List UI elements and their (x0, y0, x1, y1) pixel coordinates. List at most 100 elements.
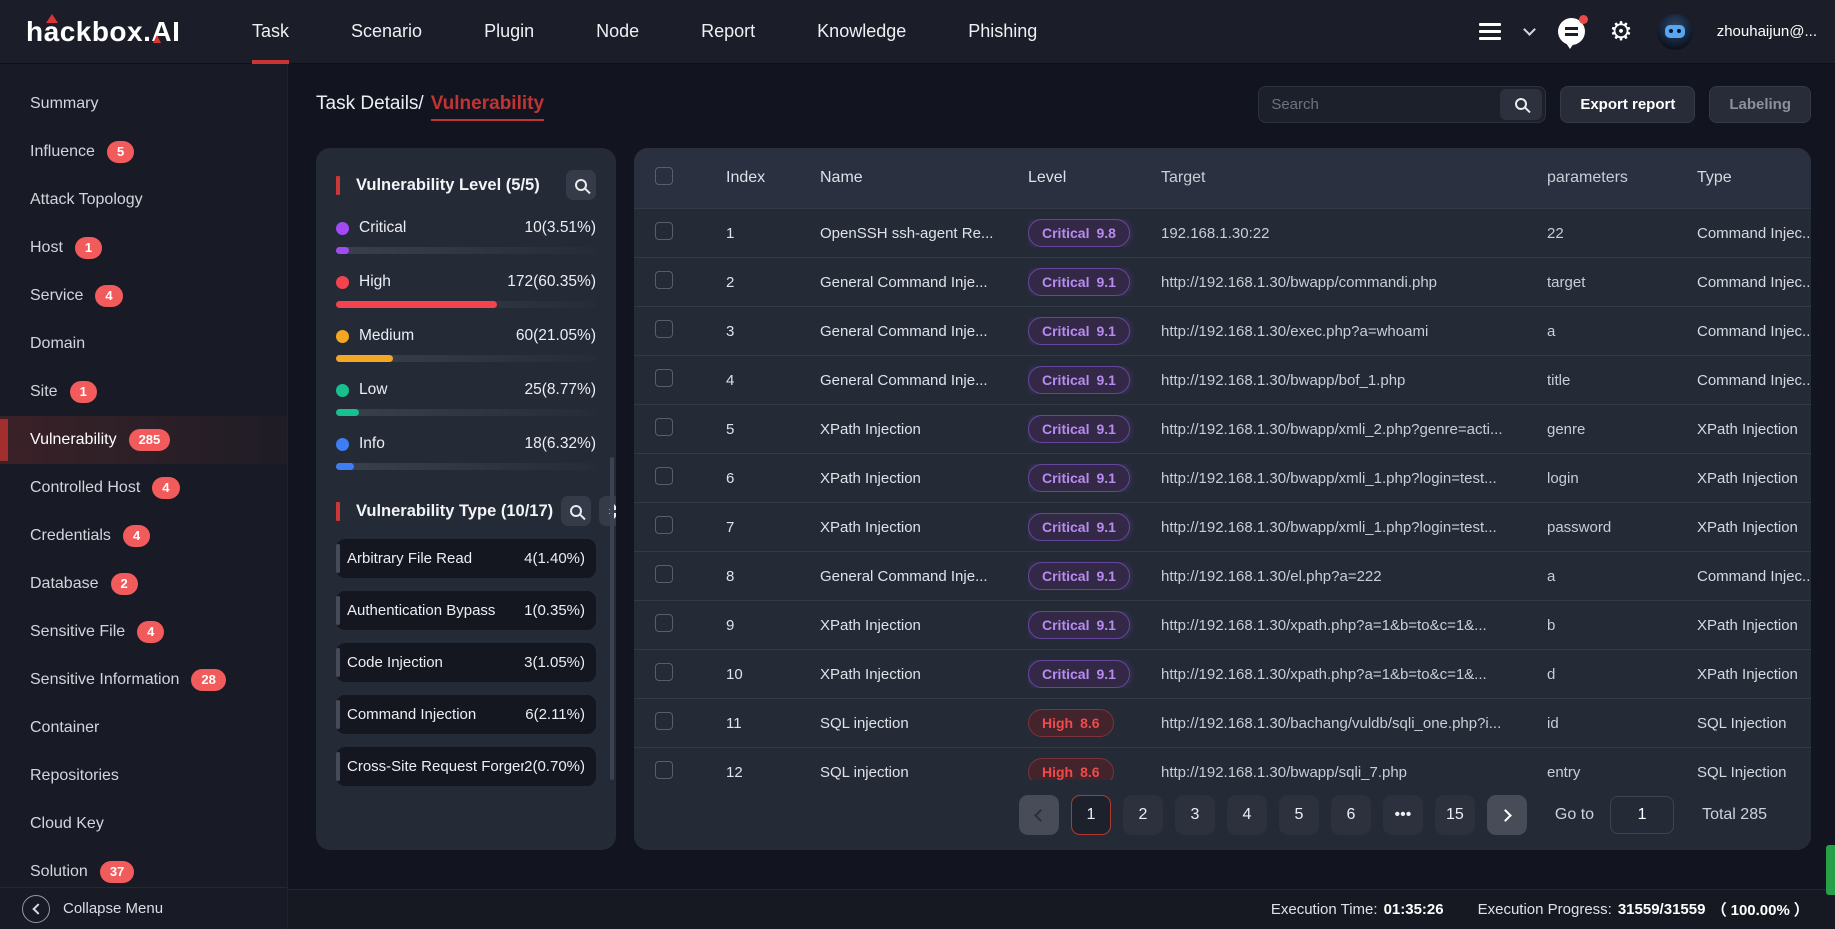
cell-index: 4 (726, 372, 820, 389)
sidebar-item[interactable]: Repositories (0, 752, 287, 800)
sidebar-item[interactable]: Sensitive Information 28 (0, 656, 287, 704)
sidebar-item[interactable]: Vulnerability 285 (0, 416, 287, 464)
sidebar-item[interactable]: Influence 5 (0, 128, 287, 176)
page-button[interactable]: 4 (1227, 795, 1267, 835)
row-checkbox[interactable] (655, 271, 673, 289)
type-item[interactable]: Code Injection 3(1.05%) (336, 643, 596, 682)
sidebar-item[interactable]: Controlled Host 4 (0, 464, 287, 512)
sidebar-item[interactable]: Host 1 (0, 224, 287, 272)
user-email[interactable]: zhouhaijun@... (1717, 23, 1817, 40)
sidebar-item[interactable]: Service 4 (0, 272, 287, 320)
breadcrumb-current[interactable]: Vulnerability (431, 93, 544, 121)
row-checkbox[interactable] (655, 320, 673, 338)
row-checkbox[interactable] (655, 369, 673, 387)
nav-tab[interactable]: Report (701, 0, 755, 64)
menu-icon[interactable] (1479, 23, 1501, 40)
row-checkbox[interactable] (655, 712, 673, 730)
table-row[interactable]: 11 SQL injection High 8.6 http://192.168… (634, 698, 1811, 747)
cell-level: Critical 9.1 (1028, 660, 1161, 688)
cell-parameter: a (1547, 568, 1697, 585)
chevron-down-icon[interactable] (1524, 23, 1537, 36)
header-actions: Export report Labeling (1258, 86, 1811, 123)
labeling-button[interactable]: Labeling (1709, 86, 1811, 123)
level-badge-score: 9.1 (1096, 568, 1115, 584)
type-item[interactable]: Cross-Site Request Forgery... 2(0.70%) (336, 747, 596, 786)
sidebar-item-label: Solution (30, 863, 88, 881)
nav-tab-label: Node (596, 21, 639, 42)
table-row[interactable]: 2 General Command Inje... Critical 9.1 h… (634, 257, 1811, 306)
row-checkbox[interactable] (655, 565, 673, 583)
avatar[interactable] (1657, 14, 1693, 50)
level-item[interactable]: Info 18(6.32%) (336, 435, 596, 470)
nav-tab[interactable]: Task (252, 0, 289, 64)
brand-logo[interactable]: hackbox.AI (0, 16, 252, 48)
nav-tab[interactable]: Phishing (968, 0, 1037, 64)
page-buttons: 1 2 3 4 5 6 •• (1071, 795, 1475, 835)
sidebar-item[interactable]: Domain (0, 320, 287, 368)
panel-scrollbar[interactable] (610, 457, 614, 780)
row-checkbox[interactable] (655, 516, 673, 534)
table-row[interactable]: 4 General Command Inje... Critical 9.1 h… (634, 355, 1811, 404)
nav-tab[interactable]: Node (596, 0, 639, 64)
sidebar-item[interactable]: Sensitive File 4 (0, 608, 287, 656)
sidebar-item[interactable]: Attack Topology (0, 176, 287, 224)
search-input[interactable] (1259, 96, 1500, 113)
page-button[interactable]: 2 (1123, 795, 1163, 835)
sidebar-item[interactable]: Summary (0, 80, 287, 128)
floating-widget-edge[interactable] (1826, 845, 1835, 895)
table-row[interactable]: 7 XPath Injection Critical 9.1 http://19… (634, 502, 1811, 551)
row-checkbox[interactable] (655, 467, 673, 485)
page-button[interactable]: 1 (1071, 795, 1111, 835)
collapse-menu-button[interactable]: Collapse Menu (0, 887, 287, 929)
level-item[interactable]: Critical 10(3.51%) (336, 219, 596, 254)
search-button[interactable] (1500, 89, 1542, 120)
level-item[interactable]: Low 25(8.77%) (336, 381, 596, 416)
navbar-right: ⚙ zhouhaijun@... (1479, 14, 1835, 50)
level-badge: Critical 9.1 (1028, 415, 1130, 443)
sidebar-item[interactable]: Solution 37 (0, 848, 287, 887)
type-item[interactable]: Arbitrary File Read 4(1.40%) (336, 539, 596, 578)
table-row[interactable]: 5 XPath Injection Critical 9.1 http://19… (634, 404, 1811, 453)
page-button[interactable]: 5 (1279, 795, 1319, 835)
table-row[interactable]: 1 OpenSSH ssh-agent Re... Critical 9.8 1… (634, 208, 1811, 257)
nav-tab[interactable]: Knowledge (817, 0, 906, 64)
row-checkbox[interactable] (655, 222, 673, 240)
type-item[interactable]: Authentication Bypass 1(0.35%) (336, 591, 596, 630)
row-checkbox[interactable] (655, 663, 673, 681)
sidebar-item[interactable]: Site 1 (0, 368, 287, 416)
table-row[interactable]: 10 XPath Injection Critical 9.1 http://1… (634, 649, 1811, 698)
goto-page-input[interactable] (1610, 796, 1674, 834)
sidebar-item[interactable]: Cloud Key (0, 800, 287, 848)
sidebar-item[interactable]: Container (0, 704, 287, 752)
chat-icon[interactable] (1558, 18, 1585, 45)
breadcrumb-root[interactable]: Task Details/ (316, 93, 424, 114)
table-row[interactable]: 3 General Command Inje... Critical 9.1 h… (634, 306, 1811, 355)
level-item[interactable]: High 172(60.35%) (336, 273, 596, 308)
row-checkbox[interactable] (655, 614, 673, 632)
table-row[interactable]: 6 XPath Injection Critical 9.1 http://19… (634, 453, 1811, 502)
prev-page-button[interactable] (1019, 795, 1059, 835)
level-item[interactable]: Medium 60(21.05%) (336, 327, 596, 362)
row-checkbox[interactable] (655, 418, 673, 436)
nav-tab[interactable]: Plugin (484, 0, 534, 64)
level-badge: Critical 9.8 (1028, 219, 1130, 247)
table-row[interactable]: 8 General Command Inje... Critical 9.1 h… (634, 551, 1811, 600)
page-button[interactable]: 15 (1435, 795, 1475, 835)
level-label: Info (359, 435, 385, 453)
sidebar-item[interactable]: Database 2 (0, 560, 287, 608)
table-row[interactable]: 12 SQL injection High 8.6 http://192.168… (634, 747, 1811, 780)
table-row[interactable]: 9 XPath Injection Critical 9.1 http://19… (634, 600, 1811, 649)
select-all-checkbox[interactable] (655, 167, 673, 185)
nav-tab[interactable]: Scenario (351, 0, 422, 64)
export-report-button[interactable]: Export report (1560, 86, 1695, 123)
next-page-button[interactable] (1487, 795, 1527, 835)
type-item[interactable]: Command Injection 6(2.11%) (336, 695, 596, 734)
level-search-button[interactable] (566, 170, 596, 200)
type-search-button[interactable] (561, 496, 591, 526)
row-checkbox[interactable] (655, 761, 673, 779)
page-button[interactable]: ••• (1383, 795, 1423, 835)
page-button[interactable]: 3 (1175, 795, 1215, 835)
page-button[interactable]: 6 (1331, 795, 1371, 835)
sidebar-item[interactable]: Credentials 4 (0, 512, 287, 560)
gear-icon[interactable]: ⚙ (1609, 19, 1632, 45)
